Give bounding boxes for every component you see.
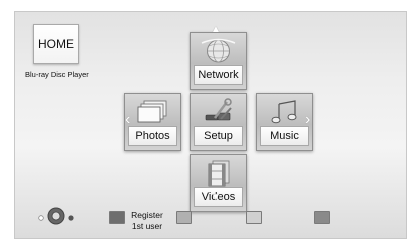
music-note-icon xyxy=(271,100,297,124)
globe-icon xyxy=(201,38,236,63)
blue-button-swatch[interactable] xyxy=(314,211,330,224)
home-screen: HOME Blu-ray Disc Player Network ▲ Photo… xyxy=(14,11,407,239)
yellow-button-swatch[interactable] xyxy=(246,211,262,224)
setup-tile[interactable]: Setup xyxy=(190,93,247,151)
down-arrow-icon: ▼ xyxy=(211,192,221,203)
home-title: HOME xyxy=(38,37,74,51)
setup-label: Setup xyxy=(194,126,243,146)
device-name: Blu-ray Disc Player xyxy=(25,70,89,79)
register-user-label: Register 1st user xyxy=(127,210,167,232)
left-arrow-icon[interactable]: ‹ xyxy=(125,112,130,128)
remote-dpad-icon xyxy=(38,207,74,225)
home-title-box: HOME xyxy=(33,24,79,64)
network-label: Network xyxy=(194,65,243,85)
music-label: Music xyxy=(260,126,309,146)
register-line2: 1st user xyxy=(131,221,163,231)
tools-icon xyxy=(205,98,232,121)
up-arrow-icon: ▲ xyxy=(211,24,221,35)
red-button-swatch[interactable] xyxy=(109,211,125,224)
photo-stack-icon xyxy=(137,100,167,123)
right-arrow-icon[interactable]: › xyxy=(305,112,310,128)
network-tile[interactable]: Network xyxy=(190,32,247,90)
green-button-swatch[interactable] xyxy=(176,211,192,224)
film-strip-icon xyxy=(208,160,230,187)
photos-label: Photos xyxy=(128,126,177,146)
photos-tile[interactable]: Photos xyxy=(124,93,181,151)
register-line1: Register xyxy=(131,210,163,220)
